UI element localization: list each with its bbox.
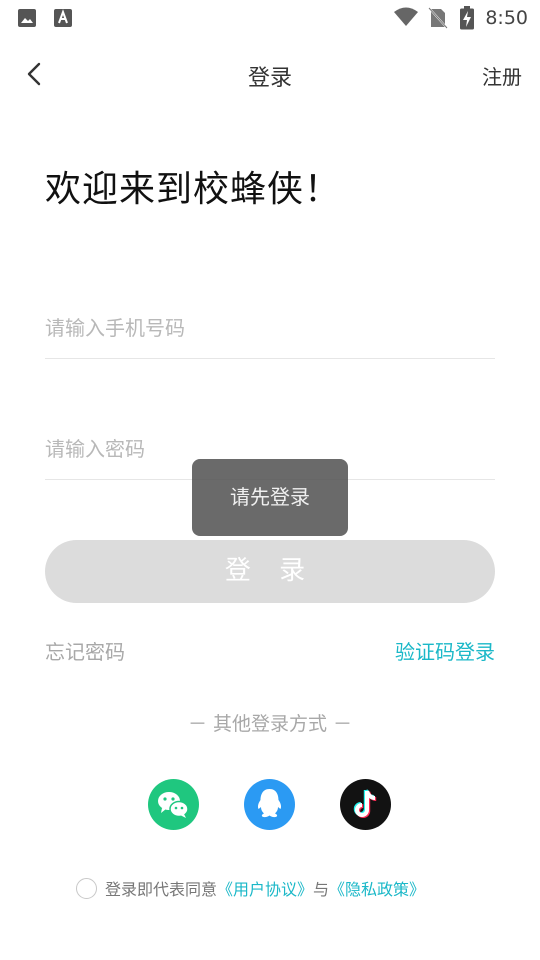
wechat-login-button[interactable]: [148, 779, 199, 830]
agreement-prefix: 登录即代表同意: [105, 880, 218, 899]
login-button[interactable]: 登 录: [45, 540, 495, 603]
register-button[interactable]: 注册: [482, 61, 522, 90]
qq-icon: [244, 779, 295, 830]
code-login-link[interactable]: 验证码登录: [395, 636, 495, 665]
wifi-icon: [394, 7, 418, 26]
phone-input[interactable]: [45, 298, 495, 359]
no-sim-icon: [428, 7, 448, 29]
agreement-row: 登录即代表同意《用户协议》与《隐私政策》: [76, 876, 425, 900]
status-bar: 8:50: [0, 0, 540, 36]
user-agreement-link[interactable]: 《用户协议》: [217, 880, 313, 899]
privacy-policy-link[interactable]: 《隐私政策》: [329, 880, 425, 899]
forgot-password-link[interactable]: 忘记密码: [45, 636, 125, 665]
image-icon: [18, 9, 36, 27]
welcome-heading: 欢迎来到校蜂侠！: [45, 169, 342, 210]
agreement-conjunction: 与: [313, 880, 330, 899]
qq-login-button[interactable]: [244, 779, 295, 830]
accessibility-a-icon: [54, 9, 72, 27]
page-title: 登录: [247, 66, 292, 91]
status-time: 8:50: [485, 7, 528, 29]
tiktok-icon: [340, 779, 391, 830]
battery-charging-icon: [460, 6, 474, 30]
wechat-icon: [148, 779, 199, 830]
toast-message: 请先登录: [192, 459, 348, 536]
tiktok-login-button[interactable]: [340, 779, 391, 830]
other-login-title: － 其他登录方式 －: [187, 713, 353, 735]
agreement-checkbox[interactable]: [76, 878, 97, 899]
